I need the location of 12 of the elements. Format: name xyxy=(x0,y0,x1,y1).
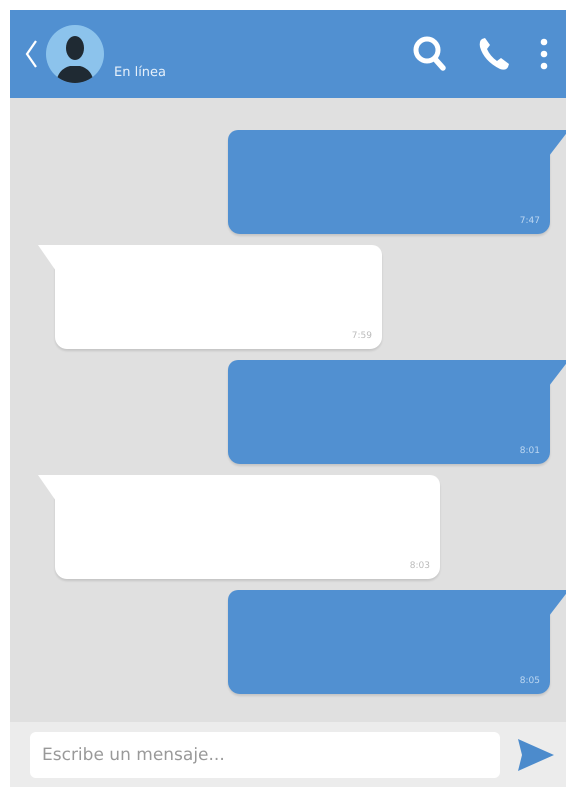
message-time: 8:05 xyxy=(520,676,540,686)
search-button[interactable] xyxy=(412,35,448,73)
message-input[interactable]: Escribe un mensaje... xyxy=(30,732,500,778)
send-button[interactable] xyxy=(518,738,554,770)
message-time: 7:59 xyxy=(352,331,372,341)
more-options-button[interactable] xyxy=(540,37,548,71)
avatar-icon[interactable] xyxy=(46,25,104,83)
message-time: 8:03 xyxy=(410,561,430,571)
message-time: 8:01 xyxy=(520,446,540,456)
message-time: 7:47 xyxy=(520,216,540,226)
back-button[interactable] xyxy=(24,39,38,69)
online-status: En línea xyxy=(114,65,166,80)
